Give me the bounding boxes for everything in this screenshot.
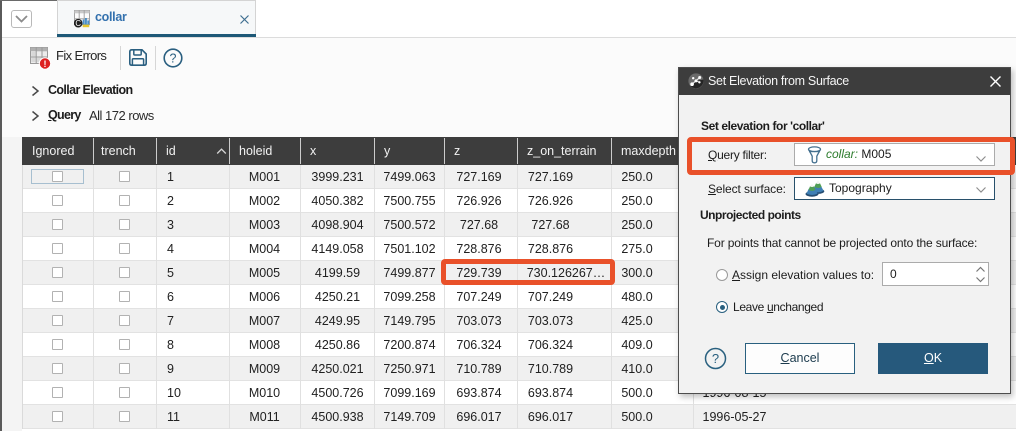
svg-text:?: ? (712, 351, 719, 366)
svg-text:?: ? (170, 51, 177, 65)
svg-text:C: C (75, 19, 81, 28)
svg-text:!: ! (44, 59, 47, 69)
